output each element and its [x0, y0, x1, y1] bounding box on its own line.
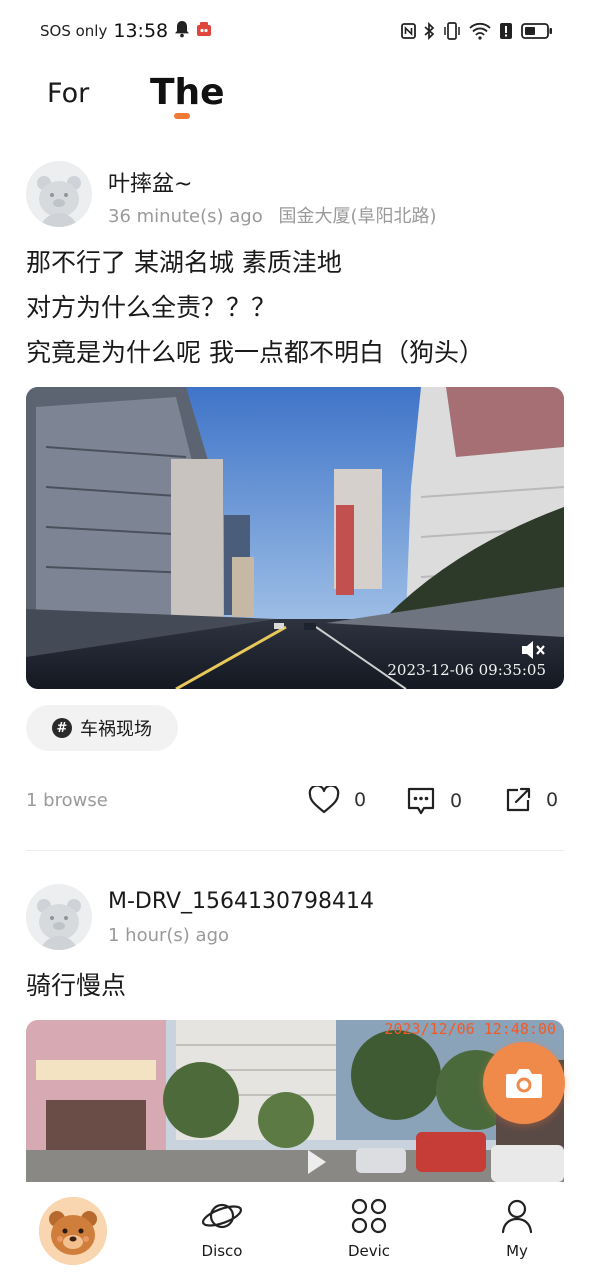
post-username[interactable]: M-DRV_1564130798414: [108, 889, 374, 914]
nav-devices-label: Devic: [347, 1242, 391, 1260]
nav-discover-label: Disco: [201, 1242, 243, 1260]
video-timestamp: 2023/12/06 12:48:00: [384, 1020, 556, 1038]
person-icon: [501, 1199, 533, 1234]
home-button[interactable]: [39, 1197, 107, 1265]
post-meta: 1 hour(s) ago: [108, 925, 229, 946]
bear-mascot-icon: [39, 1197, 107, 1265]
nav-devices[interactable]: Devic: [319, 1196, 419, 1260]
bottom-nav: Disco Devic My: [0, 1182, 591, 1280]
post-card[interactable]: M-DRV_1564130798414 1 hour(s) ago 骑行慢点 2…: [0, 0, 591, 1182]
camera-icon: [506, 1069, 542, 1098]
dashcam-frame: 2023/12/06 12:48:00: [26, 1020, 564, 1182]
planet-icon: [201, 1203, 243, 1229]
grid-icon: [351, 1198, 387, 1234]
avatar[interactable]: [26, 884, 92, 950]
post-content: 骑行慢点: [26, 963, 571, 1008]
post-video[interactable]: 2023/12/06 12:48:00: [26, 1020, 564, 1182]
camera-button[interactable]: [483, 1042, 565, 1124]
nav-my[interactable]: My: [467, 1196, 567, 1260]
nav-discover[interactable]: Disco: [172, 1196, 272, 1260]
post-text-line: 骑行慢点: [26, 971, 127, 1000]
post-time: 1 hour(s) ago: [108, 925, 230, 946]
nav-my-label: My: [506, 1242, 528, 1260]
